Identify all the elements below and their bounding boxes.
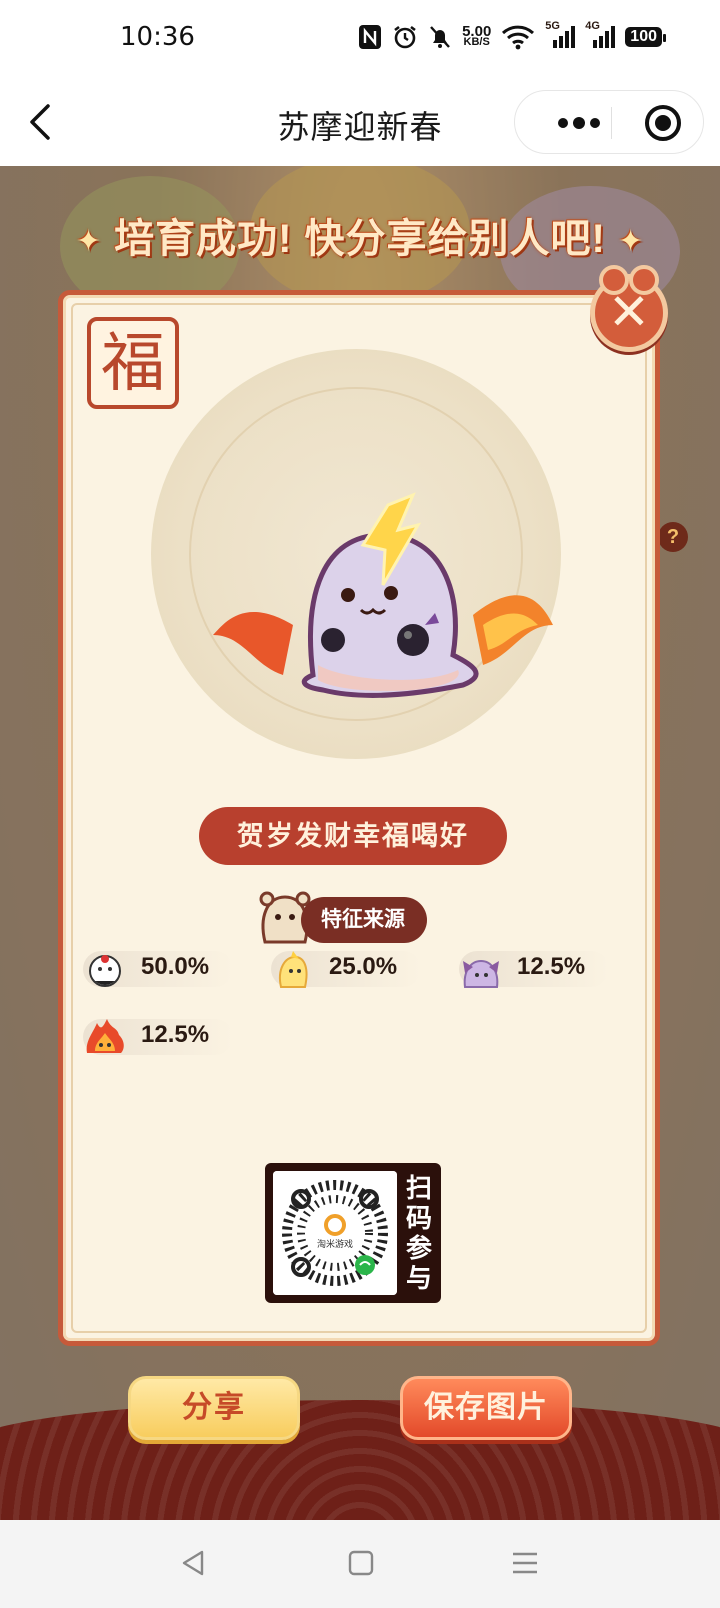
- share-button[interactable]: 分享: [128, 1376, 300, 1440]
- scan-to-join-label: 扫码参与: [405, 1173, 432, 1293]
- result-card: 福 贺岁发财幸福喝好 特征来源 50.0% 25.0% 12.5% 12.5% …: [58, 290, 660, 1346]
- fire-creature-icon: [86, 1019, 124, 1053]
- background-floor: [0, 1400, 720, 1520]
- nfc-icon: [359, 25, 382, 49]
- sparkle-icon: ✦: [618, 224, 645, 258]
- signal-5g-icon: 5G: [545, 20, 576, 50]
- capsule-menu: [514, 90, 704, 154]
- trait-percent: 25.0%: [329, 953, 398, 980]
- system-navigation-bar: [0, 1520, 720, 1608]
- game-stage: ? ✦ 培育成功! 快分享给别人吧! ✦ 福 贺岁发财幸福喝好 特征来源 50.…: [0, 166, 720, 1520]
- more-dots-icon[interactable]: [541, 91, 611, 155]
- battery-icon: 100: [625, 27, 666, 47]
- trait-item: 50.0%: [83, 947, 233, 991]
- headline-text: 培育成功! 快分享给别人吧!: [114, 217, 606, 261]
- sparkle-icon: ✦: [75, 224, 102, 258]
- trait-source-title: 特征来源: [301, 897, 427, 943]
- trait-item: 25.0%: [271, 947, 421, 991]
- trait-item: 12.5%: [459, 947, 609, 991]
- help-icon[interactable]: ?: [658, 522, 688, 552]
- status-icons: 5.00 KB/S 5G 4G 100: [358, 20, 666, 50]
- white-ghost-creature-icon: [89, 955, 121, 987]
- close-button[interactable]: ✕: [590, 265, 668, 352]
- trait-percent: 12.5%: [517, 953, 586, 980]
- purple-bat-creature-icon: [463, 959, 499, 988]
- back-triangle-icon[interactable]: [178, 1548, 208, 1578]
- target-circle-icon[interactable]: [643, 103, 683, 143]
- trait-percent: 12.5%: [141, 1021, 210, 1048]
- mute-icon: [430, 26, 450, 48]
- network-speed: 5.00 KB/S: [462, 23, 492, 48]
- wifi-icon: [502, 25, 535, 50]
- capsule-divider: [611, 107, 612, 139]
- signal-4g-icon: 4G: [585, 20, 616, 50]
- trait-percent: 50.0%: [141, 953, 210, 980]
- qr-logo-text: 淘米游戏: [317, 1238, 353, 1250]
- qr-code-image: 淘米游戏: [273, 1171, 397, 1295]
- trait-item: 12.5%: [83, 1015, 233, 1059]
- pet-name-badge: 贺岁发财幸福喝好: [199, 807, 507, 865]
- save-image-button[interactable]: 保存图片: [400, 1376, 572, 1440]
- qr-code-panel: 淘米游戏 扫码参与: [265, 1163, 441, 1303]
- ghost-pet-illustration: [213, 492, 553, 698]
- yellow-chick-creature-icon: [279, 951, 308, 988]
- success-headline: ✦ 培育成功! 快分享给别人吧! ✦: [0, 206, 720, 264]
- menu-lines-icon[interactable]: [510, 1548, 540, 1578]
- close-icon: ✕: [608, 284, 650, 340]
- status-time: 10:36: [120, 22, 195, 52]
- fu-char: 福: [101, 327, 165, 401]
- alarm-icon: [394, 25, 416, 49]
- status-bar: 10:36 5.00 KB/S 5G 4G 100: [0, 0, 720, 80]
- fu-stamp: 福: [87, 317, 179, 409]
- home-square-icon[interactable]: [346, 1548, 376, 1578]
- mini-program-navbar: 苏摩迎新春: [0, 80, 720, 166]
